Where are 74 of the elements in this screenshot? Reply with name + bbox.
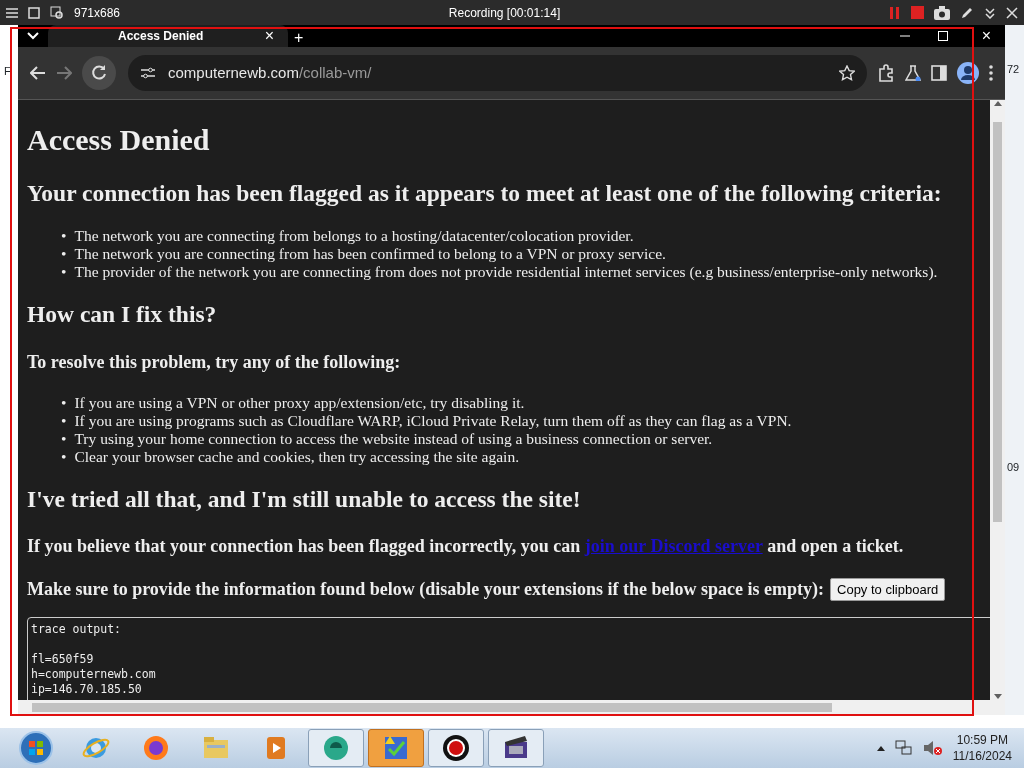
square-icon[interactable] xyxy=(28,6,40,19)
taskbar-button[interactable] xyxy=(488,729,544,767)
list-item: If you are using programs such as Cloudflare WARP, iCloud Private Relay, turn them off as they can flag as a VPN. xyxy=(74,411,792,430)
section-heading: How can I fix this? xyxy=(27,300,218,330)
back-icon[interactable] xyxy=(30,66,46,80)
recording-status: Recording [00:01:14] xyxy=(447,4,562,22)
subheading: To resolve this problem, try any of the following: xyxy=(27,350,402,374)
trace-line: fl=650f59 xyxy=(31,651,95,667)
clock-time: 10:59 PM xyxy=(955,732,1010,748)
close-icon[interactable] xyxy=(1006,6,1018,19)
network-icon[interactable] xyxy=(894,740,913,756)
tab-search-icon[interactable] xyxy=(27,32,39,40)
taskbar-button[interactable] xyxy=(428,729,484,767)
site-settings-icon[interactable] xyxy=(140,66,156,80)
camera-icon[interactable] xyxy=(934,5,950,20)
desktop-text: F xyxy=(4,65,11,77)
new-tab-button[interactable]: + xyxy=(288,29,310,47)
forward-icon xyxy=(56,66,72,80)
region-icon[interactable] xyxy=(50,5,64,20)
address-bar[interactable]: computernewb.com/collab-vm/ xyxy=(128,55,867,91)
list-item: Try using your home connection to access the website instead of using a business connection or server. xyxy=(74,429,713,448)
info-text: Make sure to provide the information found below (disable your extensions if the below space is empty): xyxy=(27,577,824,601)
pencil-icon[interactable] xyxy=(960,5,974,20)
list-item: The network you are connecting from has been confirmed to belong to a VPN or proxy service. xyxy=(74,245,666,264)
extensions-icon[interactable] xyxy=(877,64,895,82)
windows-logo-icon xyxy=(19,731,53,765)
desktop-text: 72 xyxy=(1007,62,1021,77)
bullet: • xyxy=(61,245,67,264)
star-icon[interactable] xyxy=(839,65,855,81)
record-icon xyxy=(441,733,471,763)
bullet: • xyxy=(61,263,67,282)
capture-size: 971x686 xyxy=(74,4,121,22)
bullet: • xyxy=(61,429,67,448)
bullet: • xyxy=(61,393,67,412)
flask-icon[interactable] xyxy=(905,65,921,81)
more-icon[interactable] xyxy=(989,65,993,81)
bullet: • xyxy=(61,411,67,430)
scrollbar-thumb[interactable] xyxy=(32,703,832,712)
support-paragraph: If you believe that your connection has been flagged incorrectly, you can join our Discord server and open a ticket. xyxy=(27,534,905,558)
tab-close-button[interactable]: × xyxy=(258,27,280,45)
browser-tab[interactable]: Access Denied × xyxy=(48,25,288,47)
section-heading: I've tried all that, and I'm still unable to access the site! xyxy=(27,484,582,514)
clock-date: 11/16/2024 xyxy=(952,748,1012,764)
copy-button[interactable]: Copy to clipboard xyxy=(830,577,946,601)
chevron-icon[interactable] xyxy=(984,6,996,19)
app-icon xyxy=(321,733,351,763)
side-panel-icon[interactable] xyxy=(931,65,947,81)
scrollbar-thumb[interactable] xyxy=(993,122,1002,522)
trace-line: h=computernewb.com xyxy=(31,666,157,682)
show-hidden-icons-icon[interactable] xyxy=(876,745,885,751)
reload-icon[interactable] xyxy=(82,56,116,90)
bullet: • xyxy=(61,447,67,466)
tab-title: Access Denied xyxy=(118,28,205,45)
url-text: computernewb.com/collab-vm/ xyxy=(168,62,372,83)
muted-speaker-icon[interactable] xyxy=(922,740,943,756)
trace-heading: trace output: xyxy=(31,621,122,637)
bullet: • xyxy=(61,227,67,246)
browser-icon xyxy=(141,733,171,763)
profile-icon[interactable] xyxy=(957,62,979,84)
list-item: If you are using a VPN or other proxy app/extension/etc, try disabling it. xyxy=(74,393,525,412)
maximize-icon[interactable] xyxy=(937,31,948,41)
list-item: The provider of the network you are connecting from does not provide residential internet services (e.g business/enterprise-only networks). xyxy=(74,263,938,282)
desktop-text: 09 xyxy=(1007,459,1021,475)
pause-icon[interactable] xyxy=(889,5,901,20)
list-item: The network you are connecting from belongs to a hosting/datacenter/colocation provider. xyxy=(74,227,634,246)
trace-line: ip=146.70.185.50 xyxy=(31,681,143,697)
menu-icon[interactable] xyxy=(6,6,18,19)
clock[interactable]: 10:59 PM 11/16/2024 xyxy=(952,732,1012,764)
window-close-button[interactable]: × xyxy=(975,27,997,45)
taskbar-button[interactable] xyxy=(308,729,364,767)
page-heading: Access Denied xyxy=(27,122,211,158)
vertical-scrollbar[interactable] xyxy=(990,100,1005,700)
section-heading: Your connection has been flagged as it appears to meet at least one of the following criteria: xyxy=(27,179,943,208)
list-item: Clear your browser cache and cookies, then try accessing the site again. xyxy=(74,447,520,466)
